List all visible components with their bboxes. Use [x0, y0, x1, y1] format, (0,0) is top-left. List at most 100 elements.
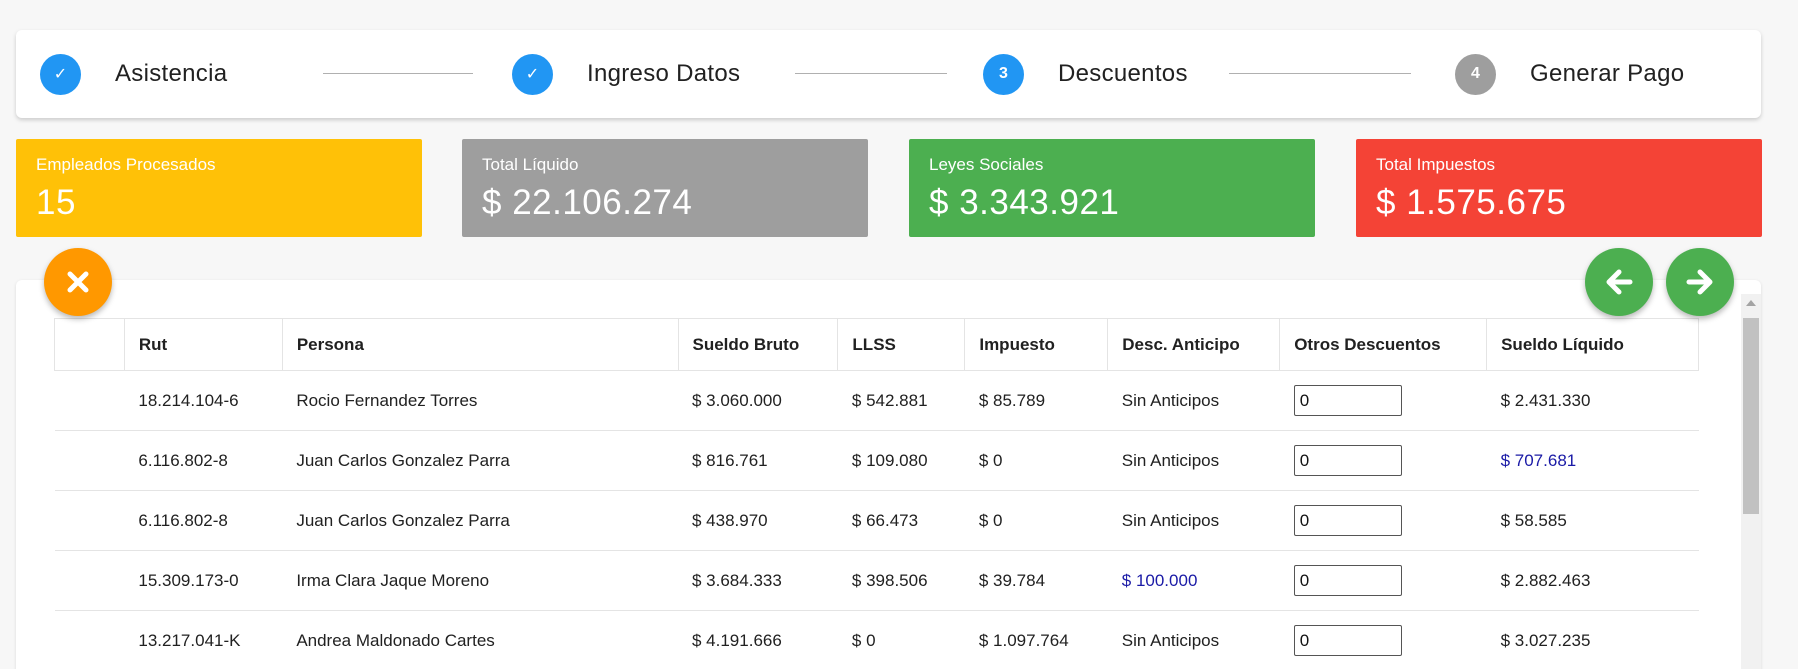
- cell-persona: Irma Clara Jaque Moreno: [282, 550, 678, 611]
- cell-sueldo-bruto: $ 816.761: [678, 430, 838, 491]
- stat-value: $ 22.106.274: [482, 183, 693, 222]
- vertical-scrollbar[interactable]: [1741, 294, 1761, 669]
- cell-desc-anticipo: Sin Anticipos: [1107, 370, 1280, 431]
- column-header-persona[interactable]: Persona: [281, 318, 678, 371]
- cell-rut: 15.309.173-0: [124, 550, 283, 611]
- column-header-sueldo-bruto[interactable]: Sueldo Bruto: [677, 318, 838, 371]
- previous-step-button[interactable]: [1585, 248, 1653, 316]
- check-icon: ✓: [40, 53, 81, 95]
- row-select-cell: [54, 370, 125, 431]
- cell-rut: 18.214.104-6: [124, 370, 283, 431]
- wizard-stepper: ✓ Asistencia ✓ Ingreso Datos 3 Descuento…: [16, 30, 1761, 118]
- arrow-left-icon: [1606, 269, 1633, 295]
- stat-title: Total Líquido: [482, 155, 579, 174]
- stat-card-leyes-sociales: Leyes Sociales $ 3.343.921: [909, 139, 1315, 237]
- cell-llss: $ 398.506: [837, 550, 965, 611]
- otros-descuentos-input[interactable]: [1293, 445, 1402, 476]
- cell-sueldo-liquido-link[interactable]: $ 707.681: [1486, 430, 1699, 491]
- row-select-cell: [54, 610, 125, 669]
- cell-desc-anticipo-link[interactable]: $ 100.000: [1107, 550, 1280, 611]
- cell-rut: 13.217.041-K: [124, 610, 283, 669]
- column-header-select: [54, 318, 125, 371]
- cell-persona: Juan Carlos Gonzalez Parra: [282, 490, 678, 551]
- cell-impuesto: $ 39.784: [964, 550, 1108, 611]
- otros-descuentos-input[interactable]: [1293, 505, 1402, 536]
- table-row: 15.309.173-0 Irma Clara Jaque Moreno $ 3…: [54, 550, 1699, 611]
- cell-impuesto: $ 1.097.764: [964, 610, 1108, 669]
- close-icon: [67, 271, 89, 293]
- next-step-button[interactable]: [1666, 248, 1734, 316]
- cell-sueldo-liquido: $ 2.431.330: [1486, 370, 1699, 431]
- table-row: 6.116.802-8 Juan Carlos Gonzalez Parra $…: [54, 430, 1699, 491]
- stat-card-total-liquido: Total Líquido $ 22.106.274: [462, 139, 868, 237]
- cell-persona: Rocio Fernandez Torres: [282, 370, 678, 431]
- cell-sueldo-liquido: $ 58.585: [1486, 490, 1699, 551]
- cell-otros-descuentos: [1279, 490, 1487, 551]
- stat-title: Total Impuestos: [1376, 155, 1496, 174]
- step-number: 3: [983, 53, 1024, 95]
- cell-impuesto: $ 0: [964, 490, 1108, 551]
- table-row: 18.214.104-6 Rocio Fernandez Torres $ 3.…: [54, 370, 1699, 431]
- column-header-llss[interactable]: LLSS: [837, 318, 965, 371]
- cell-sueldo-liquido: $ 3.027.235: [1486, 610, 1699, 669]
- step-number: 4: [1455, 53, 1496, 95]
- otros-descuentos-input[interactable]: [1293, 625, 1402, 656]
- table-row: 13.217.041-K Andrea Maldonado Cartes $ 4…: [54, 610, 1699, 669]
- scrollbar-thumb[interactable]: [1743, 318, 1759, 514]
- cell-sueldo-liquido: $ 2.882.463: [1486, 550, 1699, 611]
- column-header-otros-descuentos[interactable]: Otros Descuentos: [1279, 318, 1487, 371]
- row-select-cell: [54, 550, 125, 611]
- step-ingreso-datos[interactable]: ✓ Ingreso Datos: [512, 30, 740, 118]
- cell-sueldo-bruto: $ 4.191.666: [678, 610, 838, 669]
- cell-persona: Andrea Maldonado Cartes: [282, 610, 678, 669]
- step-label: Ingreso Datos: [587, 60, 741, 87]
- discounts-table-panel: Rut Persona Sueldo Bruto LLSS Impuesto D…: [16, 280, 1761, 669]
- cell-desc-anticipo: Sin Anticipos: [1107, 490, 1280, 551]
- step-descuentos[interactable]: 3 Descuentos: [983, 30, 1188, 118]
- cell-sueldo-bruto: $ 438.970: [678, 490, 838, 551]
- step-asistencia[interactable]: ✓ Asistencia: [40, 30, 227, 118]
- stat-value: 15: [36, 183, 76, 222]
- otros-descuentos-input[interactable]: [1293, 565, 1402, 596]
- cell-impuesto: $ 85.789: [964, 370, 1108, 431]
- table-row: 6.116.802-8 Juan Carlos Gonzalez Parra $…: [54, 490, 1699, 551]
- column-header-impuesto[interactable]: Impuesto: [964, 318, 1108, 371]
- column-header-rut[interactable]: Rut: [123, 318, 283, 371]
- cell-sueldo-bruto: $ 3.060.000: [678, 370, 838, 431]
- cell-desc-anticipo: Sin Anticipos: [1107, 430, 1280, 491]
- cell-desc-anticipo: Sin Anticipos: [1107, 610, 1280, 669]
- cell-impuesto: $ 0: [964, 430, 1108, 491]
- stat-card-total-impuestos: Total Impuestos $ 1.575.675: [1356, 139, 1762, 237]
- cell-rut: 6.116.802-8: [124, 490, 283, 551]
- stat-title: Empleados Procesados: [36, 155, 216, 174]
- table-header-row: Rut Persona Sueldo Bruto LLSS Impuesto D…: [54, 318, 1699, 371]
- cell-otros-descuentos: [1279, 430, 1487, 491]
- cancel-button[interactable]: [44, 248, 112, 316]
- column-header-desc-anticipo[interactable]: Desc. Anticipo: [1107, 318, 1280, 371]
- cell-sueldo-bruto: $ 3.684.333: [678, 550, 838, 611]
- cell-llss: $ 66.473: [837, 490, 965, 551]
- cell-llss: $ 542.881: [837, 370, 965, 431]
- otros-descuentos-input[interactable]: [1293, 385, 1402, 416]
- cell-llss: $ 0: [837, 610, 965, 669]
- stat-value: $ 3.343.921: [929, 183, 1120, 222]
- column-header-sueldo-liquido[interactable]: Sueldo Líquido: [1486, 318, 1699, 371]
- step-label: Descuentos: [1058, 60, 1188, 87]
- cell-persona: Juan Carlos Gonzalez Parra: [282, 430, 678, 491]
- check-icon: ✓: [512, 53, 553, 95]
- scroll-up-icon[interactable]: [1746, 300, 1756, 306]
- step-connector: [795, 73, 947, 74]
- step-label: Generar Pago: [1530, 60, 1685, 87]
- row-select-cell: [54, 490, 125, 551]
- stat-title: Leyes Sociales: [929, 155, 1044, 174]
- cell-llss: $ 109.080: [837, 430, 965, 491]
- stat-card-empleados: Empleados Procesados 15: [16, 139, 422, 237]
- cell-rut: 6.116.802-8: [124, 430, 283, 491]
- step-label: Asistencia: [115, 60, 228, 87]
- step-connector: [1229, 73, 1411, 74]
- stat-value: $ 1.575.675: [1376, 183, 1567, 222]
- step-connector: [323, 73, 473, 74]
- row-select-cell: [54, 430, 125, 491]
- step-generar-pago[interactable]: 4 Generar Pago: [1455, 30, 1684, 118]
- discounts-table: Rut Persona Sueldo Bruto LLSS Impuesto D…: [54, 318, 1699, 669]
